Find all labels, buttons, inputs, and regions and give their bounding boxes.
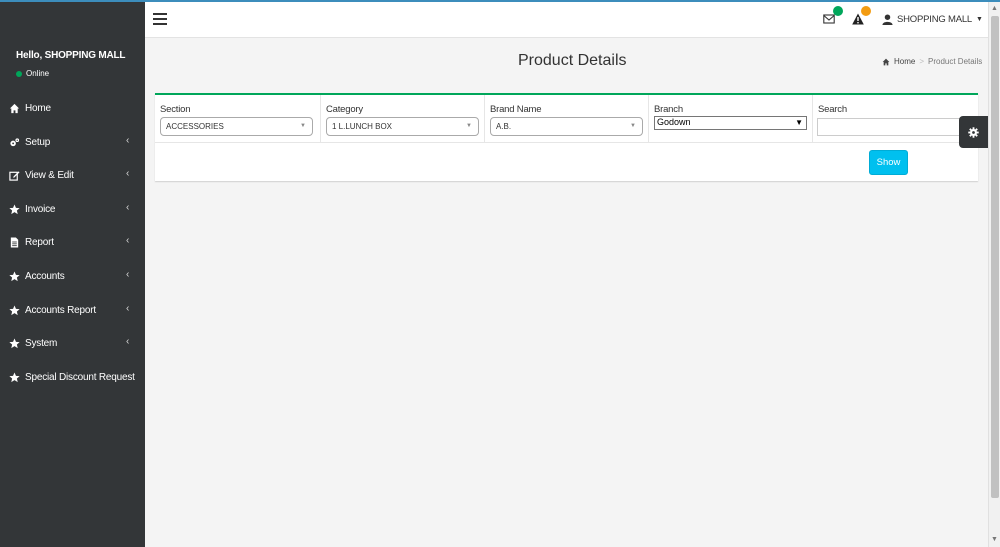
category-select[interactable]: 1 L.LUNCH BOX ▼ [326, 117, 479, 136]
sidebar: Hello, SHOPPING MALL Online Home Setup ‹… [0, 2, 145, 547]
sidebar-item-home[interactable]: Home [0, 94, 145, 124]
gear-icon [968, 126, 979, 138]
brand-label: Brand Name [490, 104, 542, 115]
messages-badge [833, 6, 843, 16]
envelope-icon[interactable] [823, 13, 835, 25]
star-icon [9, 372, 20, 383]
category-select-value: 1 L.LUNCH BOX [332, 122, 393, 131]
user-panel: Hello, SHOPPING MALL Online [0, 2, 145, 90]
branch-filter: Branch Godown ▼ [649, 95, 813, 143]
star-icon [9, 338, 20, 349]
chevron-left-icon: ‹ [126, 168, 130, 179]
user-menu-label: SHOPPING MALL [897, 13, 973, 25]
category-label: Category [326, 104, 363, 115]
settings-panel-toggle[interactable] [959, 116, 988, 148]
section-filter: Section ACCESSORIES ▼ [155, 95, 321, 143]
user-icon [882, 13, 893, 25]
breadcrumb: Home > Product Details [882, 57, 982, 66]
page-title: Product Details [518, 52, 627, 69]
page-scrollbar[interactable]: ▲ ▼ [988, 2, 1000, 547]
sidebar-item-label: Report [25, 237, 54, 248]
sidebar-item-label: View & Edit [25, 170, 74, 181]
sidebar-item-report[interactable]: Report ‹ [0, 228, 145, 258]
category-filter: Category 1 L.LUNCH BOX ▼ [321, 95, 485, 143]
gears-icon [10, 138, 20, 147]
file-icon [10, 237, 19, 248]
breadcrumb-current: Product Details [928, 57, 983, 66]
scrollbar-thumb[interactable] [991, 16, 999, 498]
sidebar-item-accounts[interactable]: Accounts ‹ [0, 262, 145, 292]
section-select-value: ACCESSORIES [166, 122, 224, 131]
brand-filter: Brand Name A.B. ▼ [485, 95, 649, 143]
chevron-left-icon: ‹ [126, 202, 130, 213]
top-accent-line [0, 0, 1000, 2]
edit-icon [9, 171, 20, 181]
top-navbar: SHOPPING MALL ▼ [145, 2, 988, 38]
user-status-label: Online [26, 69, 50, 78]
branch-select-value: Godown [657, 117, 691, 127]
branch-label: Branch [654, 104, 683, 115]
section-select[interactable]: ACCESSORIES ▼ [160, 117, 313, 136]
show-button[interactable]: Show [869, 150, 908, 175]
sidebar-item-special-discount-request[interactable]: Special Discount Request [0, 363, 145, 393]
sidebar-item-accounts-report[interactable]: Accounts Report ‹ [0, 296, 145, 326]
star-icon [9, 271, 20, 282]
sidebar-item-label: Special Discount Request [25, 372, 135, 383]
alerts-badge [861, 6, 871, 16]
sidebar-item-label: Home [25, 103, 51, 114]
branch-select[interactable]: Godown ▼ [654, 116, 807, 130]
sidebar-item-label: Invoice [25, 204, 56, 215]
chevron-left-icon: ‹ [126, 336, 130, 347]
user-menu[interactable]: SHOPPING MALL ▼ [882, 12, 983, 26]
breadcrumb-separator: > [919, 57, 925, 66]
brand-select-value: A.B. [496, 122, 512, 131]
filter-row: Section ACCESSORIES ▼ Category 1 L.LUNCH… [155, 95, 978, 143]
star-icon [9, 204, 20, 215]
sidebar-item-label: Accounts Report [25, 305, 96, 316]
section-label: Section [160, 104, 191, 115]
home-icon [882, 58, 890, 65]
search-filter: Search [813, 95, 978, 143]
sidebar-item-view-edit[interactable]: View & Edit ‹ [0, 161, 145, 191]
chevron-left-icon: ‹ [126, 303, 130, 314]
caret-down-icon: ▼ [976, 15, 983, 23]
menu-toggle-icon[interactable] [153, 13, 167, 25]
search-label: Search [818, 104, 847, 115]
chevron-left-icon: ‹ [126, 269, 130, 280]
product-filter-box: Section ACCESSORIES ▼ Category 1 L.LUNCH… [155, 93, 978, 181]
search-input[interactable] [817, 118, 962, 136]
chevron-left-icon: ‹ [126, 235, 130, 246]
user-greeting: Hello, SHOPPING MALL [16, 50, 126, 61]
home-icon [9, 103, 20, 114]
brand-select[interactable]: A.B. ▼ [490, 117, 643, 136]
star-icon [9, 305, 20, 316]
dropdown-arrow-icon: ▼ [630, 123, 636, 129]
sidebar-item-label: System [25, 338, 58, 349]
user-status: Online [16, 69, 49, 78]
sidebar-item-system[interactable]: System ‹ [0, 329, 145, 359]
scroll-down-icon[interactable]: ▼ [991, 536, 998, 543]
online-dot-icon [16, 70, 22, 77]
chevron-left-icon: ‹ [126, 135, 130, 146]
scroll-up-icon[interactable]: ▲ [991, 5, 998, 12]
sidebar-item-label: Setup [25, 137, 51, 148]
breadcrumb-home-link[interactable]: Home [894, 57, 915, 66]
sidebar-item-label: Accounts [25, 271, 65, 282]
sidebar-item-setup[interactable]: Setup ‹ [0, 128, 145, 158]
sidebar-item-invoice[interactable]: Invoice ‹ [0, 195, 145, 225]
dropdown-arrow-icon: ▼ [466, 123, 472, 129]
dropdown-arrow-icon: ▼ [300, 123, 306, 129]
dropdown-arrow-icon: ▼ [795, 118, 803, 127]
